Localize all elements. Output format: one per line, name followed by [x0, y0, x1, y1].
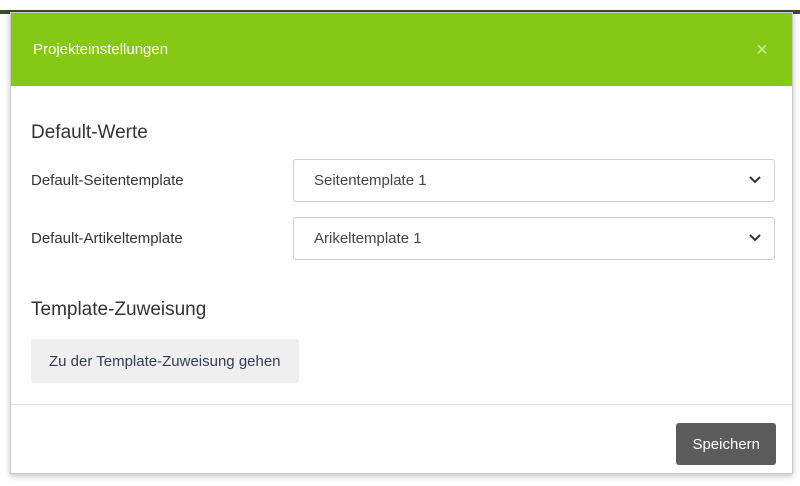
- article-template-row: Default-Artikeltemplate Arikeltemplate 1: [31, 216, 775, 260]
- page-template-select[interactable]: Seitentemplate 1: [293, 158, 775, 202]
- article-template-value: Arikeltemplate 1: [314, 229, 422, 247]
- page-template-row: Default-Seitentemplate Seitentemplate 1: [31, 158, 775, 202]
- article-template-label: Default-Artikeltemplate: [31, 229, 183, 247]
- dialog-title: Projekteinstellungen: [33, 41, 169, 58]
- goto-template-assignment-button[interactable]: Zu der Template-Zuweisung gehen: [31, 339, 299, 383]
- save-button[interactable]: Speichern: [676, 423, 776, 465]
- page-template-value: Seitentemplate 1: [314, 171, 427, 189]
- dialog-header: Projekteinstellungen ×: [11, 13, 792, 86]
- dialog-footer: Speichern: [11, 405, 792, 475]
- dialog-body: Default-Werte Default-Seitentemplate Sei…: [11, 86, 792, 404]
- chevron-down-icon: [748, 173, 762, 187]
- section-title-assignment: Template-Zuweisung: [31, 299, 207, 320]
- article-template-select[interactable]: Arikeltemplate 1: [293, 216, 775, 260]
- close-icon[interactable]: ×: [754, 40, 770, 60]
- chevron-down-icon: [748, 231, 762, 245]
- project-settings-dialog: Projekteinstellungen × Default-Werte Def…: [10, 12, 793, 474]
- page-template-label: Default-Seitentemplate: [31, 171, 184, 189]
- section-title-defaults: Default-Werte: [31, 122, 148, 143]
